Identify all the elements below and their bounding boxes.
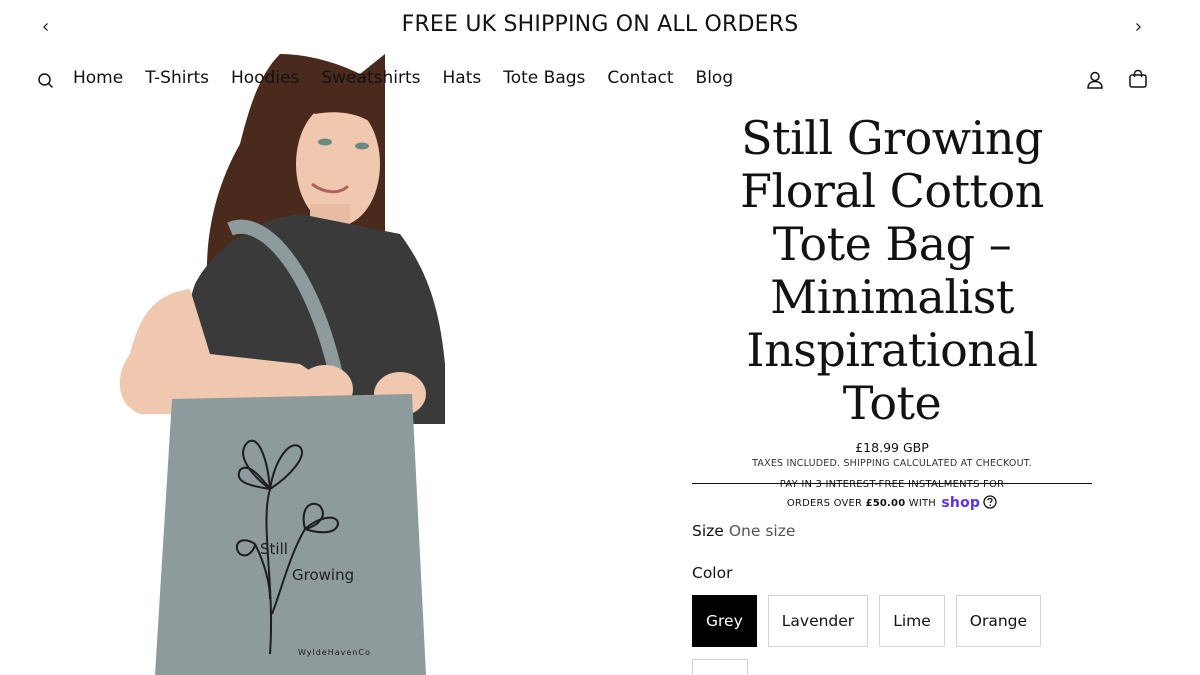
product-title: Still Growing Floral Cotton Tote Bag – M… [740,111,1044,430]
color-option-lime[interactable]: Lime [879,595,945,647]
color-option-lavender[interactable]: Lavender [767,595,869,647]
nav-item-home[interactable]: Home [73,68,123,88]
shop-pay-logo: shop [941,495,981,511]
account-icon [1087,71,1103,89]
nav-item-hats[interactable]: Hats [443,68,482,88]
info-divider [692,483,1092,484]
cart-icon [1129,69,1147,88]
installments-help-button[interactable] [983,495,997,516]
product-image[interactable]: Still Growing WyldeHavenCo [100,54,450,675]
cart-button[interactable] [1127,68,1149,90]
size-row: Size One size [692,522,795,540]
bag-brand-text: WyldeHavenCo [298,648,371,657]
bag-text-growing: Growing [292,566,354,584]
product-photo: Still Growing WyldeHavenCo [119,54,445,675]
installments-suffix: WITH [905,498,940,509]
product-info: Still Growing Floral Cotton Tote Bag – M… [692,108,1092,516]
nav-menu: Home T-Shirts Hoodies Sweatshirts Hats T… [73,68,755,88]
bag-text-still: Still [260,540,288,558]
account-button[interactable] [1084,69,1106,91]
nav-item-t-shirts[interactable]: T-Shirts [145,68,209,88]
installments-line-2: ORDERS OVER £50.00 WITH shop [692,494,1092,516]
color-label: Color [692,564,733,582]
installments-amount: £50.00 [865,498,906,509]
nav-item-sweatshirts[interactable]: Sweatshirts [321,68,420,88]
taxes-note: TAXES INCLUDED. SHIPPING CALCULATED AT C… [752,458,1032,469]
nav-item-tote-bags[interactable]: Tote Bags [503,68,585,88]
announcement-text: FREE UK SHIPPING ON ALL ORDERS [401,12,799,37]
announcement-next-button[interactable] [1127,16,1149,38]
announcement-bar: FREE UK SHIPPING ON ALL ORDERS [0,0,1200,54]
color-options: Grey Lavender Lime Orange [692,595,1042,647]
chevron-right-icon [1136,23,1141,31]
installments-line-1: PAY IN 3 INTEREST-FREE INSTALMENTS FOR [779,479,1005,490]
search-button[interactable] [36,71,56,91]
color-option-more[interactable] [692,659,748,675]
color-option-orange[interactable]: Orange [955,595,1042,647]
installments-note: PAY IN 3 INTEREST-FREE INSTALMENTS FOR O… [692,475,1092,516]
color-option-grey[interactable]: Grey [692,595,757,647]
nav-item-blog[interactable]: Blog [696,68,734,88]
search-icon [38,73,54,89]
product-price: £18.99 GBP [855,440,929,455]
nav-item-contact[interactable]: Contact [607,68,673,88]
tote-bag [155,394,426,675]
nav-item-hoodies[interactable]: Hoodies [231,68,299,88]
size-label: Size [692,522,724,540]
installments-prefix: ORDERS OVER [786,498,866,509]
size-value: One size [728,522,796,540]
question-circle-icon [983,495,997,509]
